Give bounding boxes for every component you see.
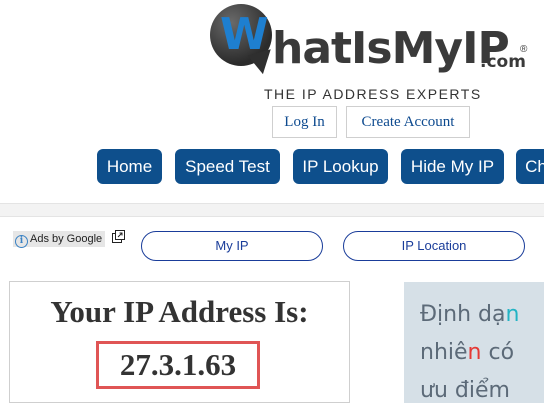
info-icon: i — [15, 235, 28, 248]
promo-line-3: ưu điểm — [420, 378, 510, 403]
nav-hide-my-ip[interactable]: Hide My IP — [401, 149, 504, 184]
ip-address-value: 27.3.1.63 — [119, 347, 237, 382]
ads-by-google-label[interactable]: i Ads by Google — [13, 231, 106, 248]
promo-line-1: Định dạn — [420, 302, 519, 327]
nav-ip-lookup[interactable]: IP Lookup — [293, 149, 388, 184]
section-divider — [0, 203, 544, 217]
promo-line-2: nhiên có — [420, 340, 514, 365]
promo-ad-panel[interactable]: Định dạn nhiên có ưu điểm — [404, 282, 544, 403]
site-tagline: THE IP ADDRESS EXPERTS — [264, 86, 482, 102]
ip-address-panel: Your IP Address Is: 27.3.1.63 — [9, 281, 350, 403]
ads-label-text: Ads by Google — [30, 233, 103, 245]
nav-speed-test[interactable]: Speed Test — [175, 149, 280, 184]
ip-location-link[interactable]: IP Location — [343, 231, 525, 261]
logo-name: hatIsMyIP — [272, 23, 510, 74]
nav-ch-truncated[interactable]: Ch — [516, 149, 544, 184]
logo-w-letter: W — [220, 9, 269, 60]
login-button[interactable]: Log In — [272, 106, 337, 138]
promo-text: nhiê — [420, 340, 468, 365]
ad-choices-icon[interactable] — [112, 230, 125, 243]
ip-heading: Your IP Address Is: — [50, 294, 309, 329]
create-account-button[interactable]: Create Account — [346, 106, 470, 138]
registered-mark: ® — [520, 44, 528, 55]
site-logo[interactable]: W hatIsMyIP .com ® — [210, 4, 540, 86]
nav-home[interactable]: Home — [97, 149, 162, 184]
my-ip-link[interactable]: My IP — [141, 231, 323, 261]
logo-com: .com — [480, 52, 526, 72]
promo-text: có — [481, 340, 515, 365]
promo-accent-text: n — [467, 340, 482, 365]
promo-accent-text: n — [505, 302, 520, 327]
promo-text: Định dạ — [420, 302, 506, 327]
